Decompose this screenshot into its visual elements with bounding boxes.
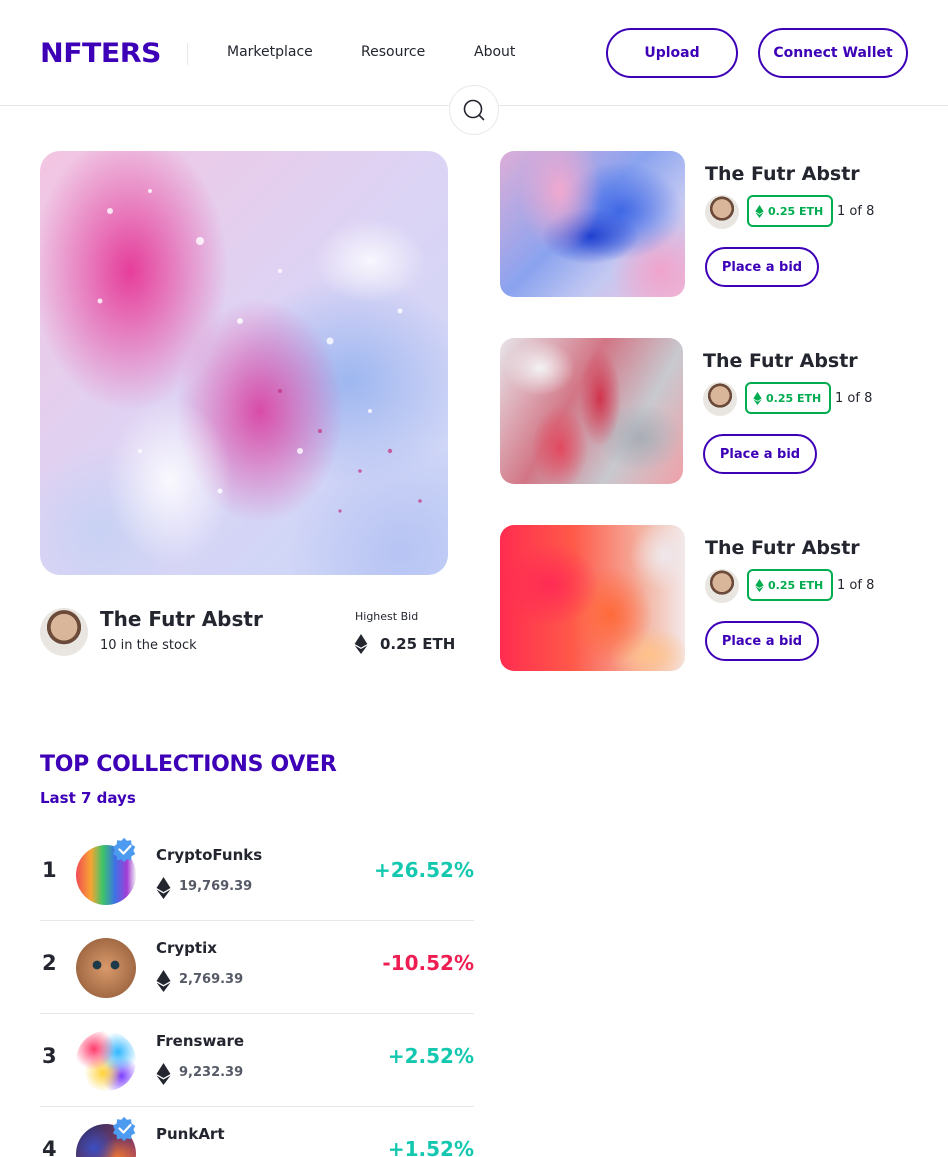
collection-change: -10.52%: [382, 951, 474, 975]
collection-volume: 2,769.39: [179, 972, 244, 987]
collection-row[interactable]: 3 Frensware 9,232.39 +2.52%: [40, 1014, 474, 1107]
nft-artwork[interactable]: [500, 338, 683, 484]
collection-avatar: [76, 1031, 136, 1091]
edition-count: 1 of 8: [835, 391, 873, 406]
nav-marketplace[interactable]: Marketplace: [227, 44, 313, 60]
price-badge: 0.25 ETH: [747, 569, 834, 601]
nav-about[interactable]: About: [474, 44, 515, 60]
place-bid-button[interactable]: Place a bid: [705, 621, 819, 661]
collection-row[interactable]: 4 PunkArt +1.52%: [40, 1107, 474, 1157]
nft-card: The Futr Abstr 0.25 ETH 1 of 8 Place a b…: [500, 151, 920, 297]
ethereum-icon: [156, 970, 171, 992]
collection-name: PunkArt: [156, 1125, 225, 1143]
collection-rank: 3: [42, 1044, 57, 1068]
creator-avatar[interactable]: [705, 195, 739, 229]
collection-name: CryptoFunks: [156, 846, 263, 864]
period-selector[interactable]: Last 7 days: [40, 789, 136, 807]
hero-speckles: [97, 189, 422, 513]
highest-bid-value: 0.25 ETH: [380, 635, 456, 653]
creator-avatar[interactable]: [705, 569, 739, 603]
nft-title: The Futr Abstr: [705, 537, 860, 559]
ethereum-icon: [354, 634, 368, 654]
hero-title: The Futr Abstr: [100, 607, 263, 631]
collection-volume: 9,232.39: [179, 1065, 244, 1080]
logo[interactable]: NFTERS: [40, 38, 161, 69]
ethereum-icon: [755, 204, 764, 218]
price-value: 0.25 ETH: [768, 204, 824, 218]
collection-row[interactable]: 2 Cryptix 2,769.39 -10.52%: [40, 921, 474, 1014]
price-badge: 0.25 ETH: [745, 382, 832, 414]
ethereum-icon: [156, 1063, 171, 1085]
place-bid-button[interactable]: Place a bid: [705, 247, 819, 287]
nft-title: The Futr Abstr: [703, 350, 858, 372]
ethereum-icon: [156, 877, 171, 899]
nft-title: The Futr Abstr: [705, 163, 860, 185]
creator-avatar[interactable]: [703, 382, 737, 416]
verified-badge-icon: [112, 1116, 136, 1142]
nav-resource[interactable]: Resource: [361, 44, 425, 60]
creator-avatar[interactable]: [40, 608, 88, 656]
search-button[interactable]: [449, 85, 499, 135]
collection-rank: 4: [42, 1137, 57, 1157]
nft-artwork[interactable]: [500, 525, 685, 671]
collection-avatar: [76, 938, 136, 998]
ethereum-icon: [755, 578, 764, 592]
place-bid-button[interactable]: Place a bid: [703, 434, 817, 474]
upload-button[interactable]: Upload: [606, 28, 738, 78]
collection-name: Frensware: [156, 1032, 245, 1050]
verified-badge-icon: [112, 837, 136, 863]
hero-artwork[interactable]: [40, 151, 448, 575]
edition-count: 1 of 8: [837, 578, 875, 593]
ethereum-icon: [753, 391, 762, 405]
section-title: TOP COLLECTIONS OVER: [40, 752, 337, 777]
collection-change: +2.52%: [387, 1044, 474, 1068]
collection-change: +26.52%: [373, 858, 474, 882]
collection-rank: 1: [42, 858, 57, 882]
price-value: 0.25 ETH: [768, 578, 824, 592]
collection-volume: 19,769.39: [179, 879, 253, 894]
collection-row[interactable]: 1 CryptoFunks 19,769.39 +26.52%: [40, 828, 474, 921]
nft-artwork[interactable]: [500, 151, 685, 297]
search-icon: [463, 99, 485, 121]
collection-name: Cryptix: [156, 939, 217, 957]
edition-count: 1 of 8: [837, 204, 875, 219]
hero-stock: 10 in the stock: [100, 638, 197, 653]
price-badge: 0.25 ETH: [747, 195, 834, 227]
connect-wallet-button[interactable]: Connect Wallet: [758, 28, 908, 78]
nft-card: The Futr Abstr 0.25 ETH 1 of 8 Place a b…: [500, 338, 920, 484]
nft-card: The Futr Abstr 0.25 ETH 1 of 8 Place a b…: [500, 525, 920, 671]
price-value: 0.25 ETH: [766, 391, 822, 405]
collection-rank: 2: [42, 951, 57, 975]
nav-divider: [187, 43, 188, 65]
collection-change: +1.52%: [387, 1137, 474, 1157]
highest-bid-label: Highest Bid: [355, 610, 419, 623]
